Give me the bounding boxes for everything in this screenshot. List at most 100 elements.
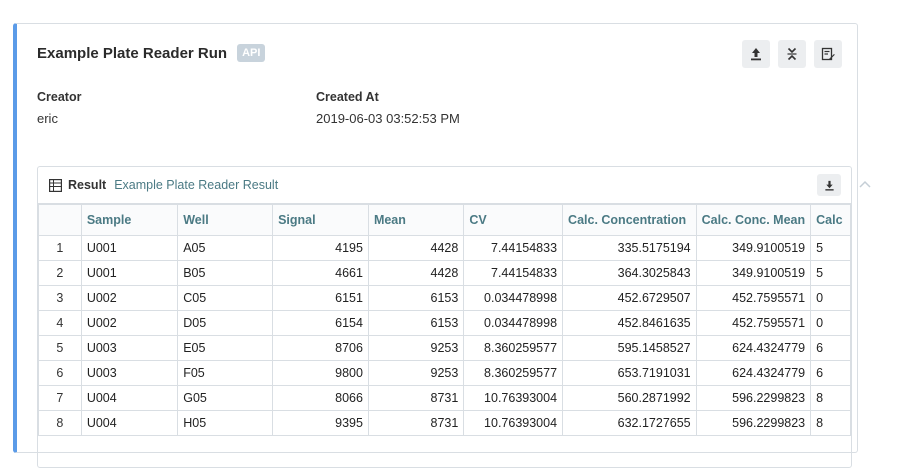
column-header[interactable]: Well (177, 204, 274, 236)
page-title: Example Plate Reader Run (37, 44, 228, 62)
table-row: 8 U004 H05 9395 8731 10.76393004 632.1727655 59… (38, 410, 851, 436)
row-index: 1 (38, 235, 82, 261)
created-at-value: 2019-06-03 03:52:53 PM (316, 111, 460, 126)
table-cell: 653.7191031 (562, 360, 697, 386)
table-cell: G05 (177, 385, 274, 411)
table-cell: 9253 (367, 335, 465, 361)
table-cell: 560.2871992 (562, 385, 697, 411)
table-cell: 596.2299823 (695, 410, 812, 436)
table-cell: U003 (80, 360, 179, 386)
table-cell: A05 (177, 235, 274, 261)
table-row: 6 U003 F05 9800 9253 8.360259577 653.7191031 62… (38, 360, 851, 386)
row-index: 5 (38, 335, 82, 361)
run-card: Example Plate Reader Run API Creator eri… (13, 23, 858, 468)
table-cell: 0.034478998 (463, 310, 564, 336)
column-header[interactable]: Calc. Concentration (562, 204, 697, 236)
table-body: 1 U001 A05 4195 4428 7.44154833 335.5175194 349… (38, 235, 851, 436)
table-cell: 364.3025843 (562, 260, 697, 286)
api-badge: API (237, 44, 266, 62)
table-cell: 8731 (367, 410, 465, 436)
row-index: 3 (38, 285, 82, 311)
creator-label: Creator (37, 90, 82, 104)
row-index: 4 (38, 310, 82, 336)
table-cell: 452.7595571 (695, 310, 812, 336)
table-cell: D05 (177, 310, 274, 336)
table-cell: 596.2299823 (695, 385, 812, 411)
table-cell: 452.8461635 (562, 310, 697, 336)
created-at-label: Created At (316, 90, 379, 104)
result-header: Result Example Plate Reader Result (38, 167, 851, 204)
result-panel: Result Example Plate Reader Result Sampl… (37, 166, 852, 468)
column-header[interactable]: Sample (80, 204, 179, 236)
table-cell: C05 (177, 285, 274, 311)
table-cell: 6 (810, 335, 851, 361)
table-cell: U003 (80, 335, 179, 361)
table-cell: 4428 (367, 235, 465, 261)
table-cell: F05 (177, 360, 274, 386)
row-index: 2 (38, 260, 82, 286)
table-cell: 10.76393004 (463, 410, 564, 436)
table-cell: 452.7595571 (695, 285, 812, 311)
collapse-button[interactable] (778, 40, 806, 68)
table-row: 5 U003 E05 8706 9253 8.360259577 595.1458527 62… (38, 335, 851, 361)
result-name-link[interactable]: Example Plate Reader Result (114, 178, 278, 192)
collapse-icon (787, 47, 797, 61)
table-cell: 8731 (367, 385, 465, 411)
result-label: Result (68, 178, 107, 192)
table-cell: 624.4324779 (695, 360, 812, 386)
table-cell: B05 (177, 260, 274, 286)
upload-button[interactable] (742, 40, 770, 68)
download-icon (824, 180, 834, 191)
edit-button[interactable] (814, 40, 842, 68)
creator-field: Creator eric (37, 90, 81, 126)
row-index: 7 (38, 385, 82, 411)
table-cell: U004 (80, 385, 179, 411)
table-cell: U001 (80, 260, 179, 286)
table-cell: 349.9100519 (695, 235, 812, 261)
table-cell: 4428 (367, 260, 465, 286)
column-header[interactable]: Signal (272, 204, 369, 236)
table-cell: 335.5175194 (562, 235, 697, 261)
column-header[interactable]: Calc (810, 204, 851, 236)
table-cell: U002 (80, 310, 179, 336)
upload-icon (751, 48, 761, 61)
edit-icon (821, 47, 835, 61)
created-at-field: Created At 2019-06-03 03:52:53 PM (316, 90, 460, 126)
column-header[interactable]: Mean (367, 204, 465, 236)
table-cell: 595.1458527 (562, 335, 697, 361)
table-cell: 5 (810, 260, 851, 286)
table-cell: 8.360259577 (463, 360, 564, 386)
table-cell: 6153 (367, 285, 465, 311)
table-cell: 10.76393004 (463, 385, 564, 411)
creator-value: eric (37, 111, 58, 126)
table-cell: U004 (80, 410, 179, 436)
table-cell: 6 (810, 360, 851, 386)
table-cell: 4661 (272, 260, 369, 286)
row-index: 8 (38, 410, 82, 436)
row-index: 6 (38, 360, 82, 386)
table-cell: 7.44154833 (463, 235, 564, 261)
chevron-up-icon[interactable] (857, 176, 873, 192)
column-header[interactable]: Calc. Conc. Mean (695, 204, 812, 236)
download-button[interactable] (817, 174, 841, 196)
table-icon (49, 178, 62, 192)
column-header[interactable]: CV (463, 204, 564, 236)
table-row: 3 U002 C05 6151 6153 0.034478998 452.6729507 45… (38, 285, 851, 311)
table-cell: 4195 (272, 235, 369, 261)
table-cell: U001 (80, 235, 179, 261)
table-cell: 0 (810, 285, 851, 311)
table-cell: H05 (177, 410, 274, 436)
table-cell: 0.034478998 (463, 285, 564, 311)
table-cell: 5 (810, 235, 851, 261)
title-row: Example Plate Reader Run API (37, 44, 266, 62)
table-cell: 452.6729507 (562, 285, 697, 311)
table-cell: 8 (810, 385, 851, 411)
table-cell: 7.44154833 (463, 260, 564, 286)
table-cell: E05 (177, 335, 274, 361)
table-cell: 8066 (272, 385, 369, 411)
table-cell: 6153 (367, 310, 465, 336)
action-buttons (742, 40, 842, 68)
table-header-row: Sample Well Signal Mean CV Calc. Concentratio… (38, 204, 851, 236)
index-column-header[interactable] (38, 204, 82, 236)
table-cell: 0 (810, 310, 851, 336)
